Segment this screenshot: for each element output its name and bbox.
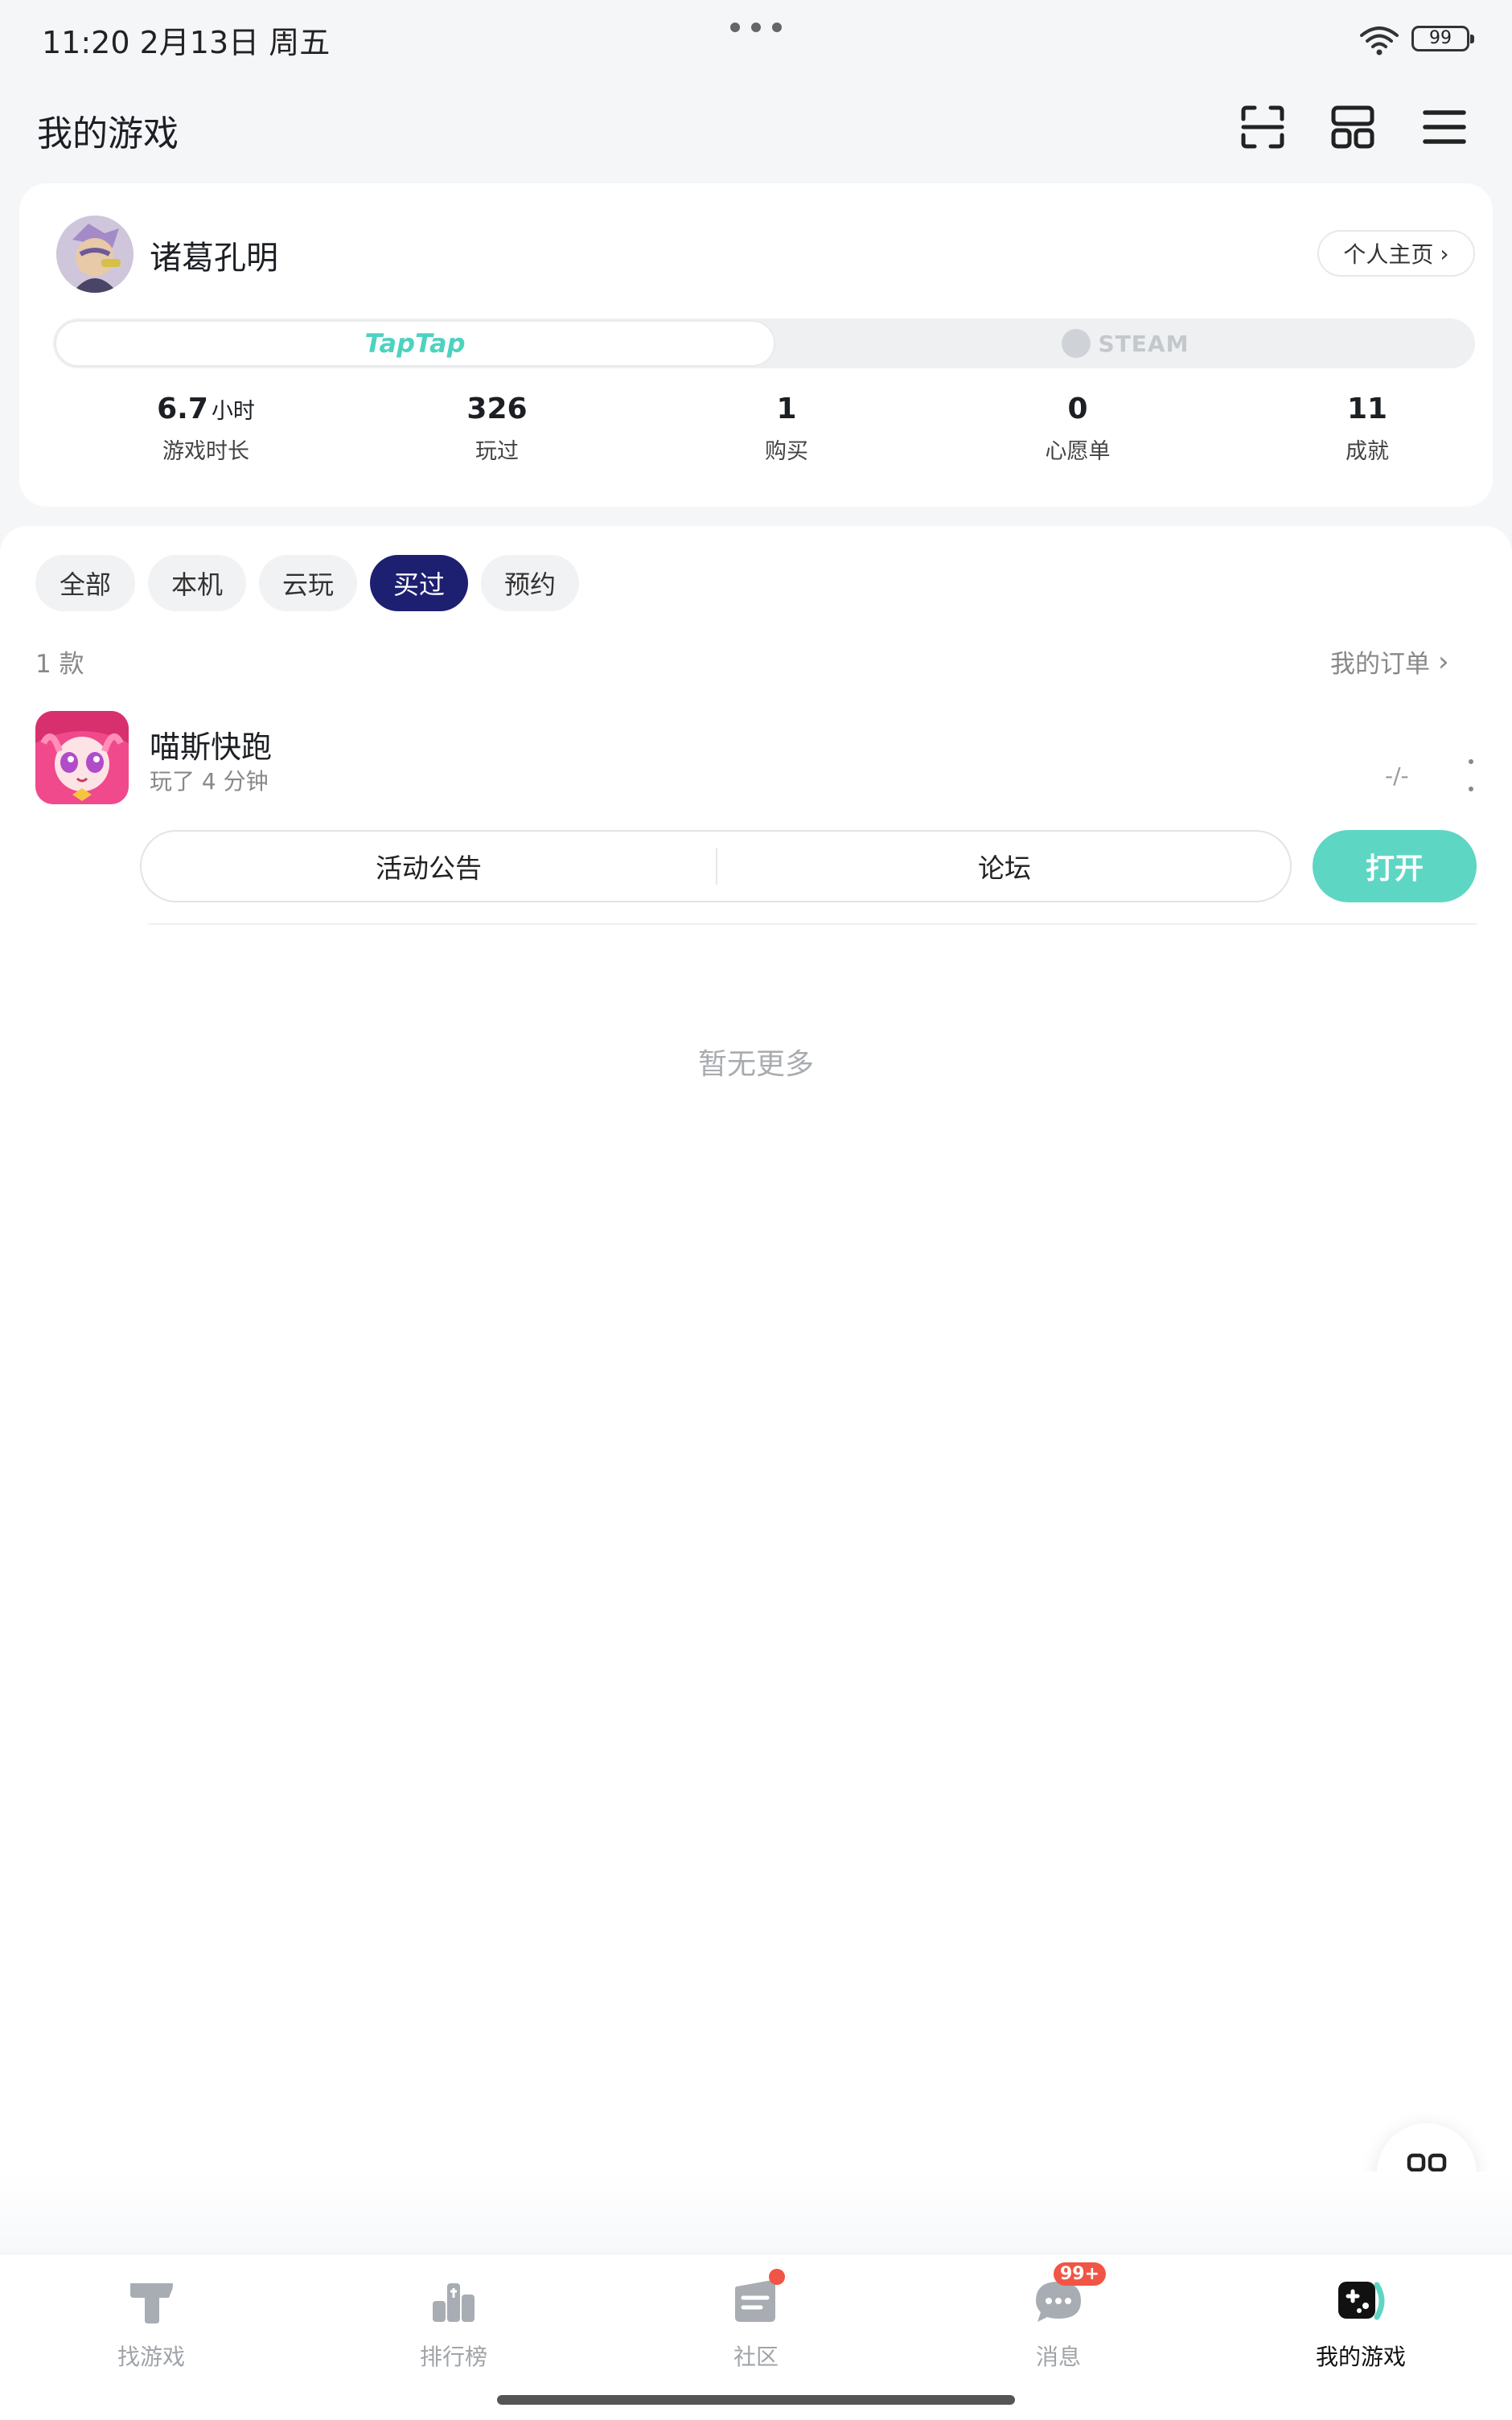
nav-messages[interactable]: 99+ 消息 xyxy=(907,2262,1210,2372)
nav-label: 社区 xyxy=(733,2344,779,2370)
tab-steam[interactable]: STEAM xyxy=(777,320,1473,367)
stat-value: 326 xyxy=(466,392,528,425)
my-orders-link[interactable]: 我的订单 › xyxy=(1330,643,1449,680)
platform-switch: TapTap STEAM xyxy=(53,318,1475,368)
message-badge: 99+ xyxy=(1054,2262,1107,2286)
game-cover-image xyxy=(35,711,129,804)
stat-value: 1 xyxy=(776,392,797,425)
filter-cloud[interactable]: 云玩 xyxy=(259,555,357,611)
nav-label: 消息 xyxy=(1035,2344,1081,2370)
wifi-icon xyxy=(1360,27,1399,55)
forum-button[interactable]: 论坛 xyxy=(717,832,1292,901)
nav-community[interactable]: 社区 xyxy=(605,2269,907,2372)
home-indicator[interactable] xyxy=(497,2395,1015,2405)
my-orders-label: 我的订单 xyxy=(1330,650,1430,679)
game-name[interactable]: 喵斯快跑 xyxy=(150,722,272,766)
stat-label: 玩过 xyxy=(475,439,519,464)
username: 诸葛孔明 xyxy=(150,240,278,277)
notification-dot xyxy=(769,2269,785,2285)
status-time: 11:20 2月13日 周五 xyxy=(42,25,331,60)
games-panel: 全部 本机 云玩 买过 预约 1 款 我的订单 › 喵斯快跑 玩了 4 分钟 -… xyxy=(0,526,1512,2254)
avatar-image xyxy=(56,216,134,293)
more-options-icon[interactable] xyxy=(1469,759,1475,791)
nav-my-games[interactable]: 我的游戏 xyxy=(1210,2274,1512,2372)
my-games-icon xyxy=(1338,2282,1385,2320)
chevron-right-icon: › xyxy=(1438,645,1449,678)
filter-local[interactable]: 本机 xyxy=(148,555,246,611)
page-title: 我的游戏 xyxy=(37,113,179,154)
stat-purchased[interactable]: 1 购买 xyxy=(666,392,907,465)
avatar[interactable] xyxy=(56,216,134,293)
stat-achievements[interactable]: 11 成就 xyxy=(1247,392,1488,465)
profile-card: 诸葛孔明 个人主页 › TapTap STEAM 6.7 小时 游戏时长 326 … xyxy=(19,183,1493,507)
stat-wishlist[interactable]: 0 心愿单 xyxy=(957,392,1198,465)
stat-label: 成就 xyxy=(1346,439,1389,464)
menu-icon[interactable] xyxy=(1419,101,1470,153)
stat-value: 6.7 xyxy=(157,392,208,425)
game-icon[interactable] xyxy=(35,711,129,804)
filter-purchased[interactable]: 买过 xyxy=(370,555,468,611)
battery-icon: 99 xyxy=(1411,26,1474,51)
stat-label: 游戏时长 xyxy=(162,439,249,464)
nav-label: 排行榜 xyxy=(419,2344,487,2370)
stat-value: 0 xyxy=(1067,392,1088,425)
chevron-right-icon: › xyxy=(1440,240,1449,267)
stat-playtime[interactable]: 6.7 小时 游戏时长 xyxy=(85,392,327,465)
nav-find-games[interactable]: 找游戏 xyxy=(0,2274,302,2372)
open-game-button[interactable]: 打开 xyxy=(1313,830,1477,902)
taptap-icon xyxy=(130,2283,173,2323)
window-dots-icon[interactable] xyxy=(730,23,782,34)
nav-ranking[interactable]: 排行榜 xyxy=(302,2274,605,2372)
game-actions: 活动公告 论坛 xyxy=(140,830,1292,902)
stat-played[interactable]: 326 玩过 xyxy=(376,392,618,465)
no-more-text: 暂无更多 xyxy=(697,1048,814,1081)
nav-label: 找游戏 xyxy=(117,2344,185,2370)
ranking-icon xyxy=(433,2283,475,2322)
tab-taptap[interactable]: TapTap xyxy=(55,320,775,367)
stat-unit: 小时 xyxy=(211,399,255,424)
stat-label: 心愿单 xyxy=(1045,439,1111,464)
nav-fade xyxy=(0,2171,1512,2254)
profile-page-button[interactable]: 个人主页 › xyxy=(1317,230,1475,277)
game-playtime: 玩了 4 分钟 xyxy=(150,768,269,795)
scan-icon[interactable] xyxy=(1237,101,1288,153)
steam-icon xyxy=(1061,329,1091,358)
taptap-logo: TapTap xyxy=(364,328,466,359)
divider xyxy=(148,923,1477,925)
filter-all[interactable]: 全部 xyxy=(35,555,135,611)
game-count: 1 款 xyxy=(35,650,84,679)
grid-layout-icon[interactable] xyxy=(1327,101,1378,153)
community-icon xyxy=(729,2269,785,2328)
nav-label: 我的游戏 xyxy=(1315,2344,1406,2370)
profile-page-label: 个人主页 xyxy=(1343,241,1434,268)
steam-label: STEAM xyxy=(1098,330,1189,357)
message-icon: 99+ xyxy=(1031,2262,1107,2328)
game-rating: -/- xyxy=(1385,762,1409,789)
announcement-button[interactable]: 活动公告 xyxy=(142,832,716,901)
stat-label: 购买 xyxy=(765,439,808,464)
stat-value: 11 xyxy=(1346,392,1388,425)
filter-reserved[interactable]: 预约 xyxy=(481,555,579,611)
